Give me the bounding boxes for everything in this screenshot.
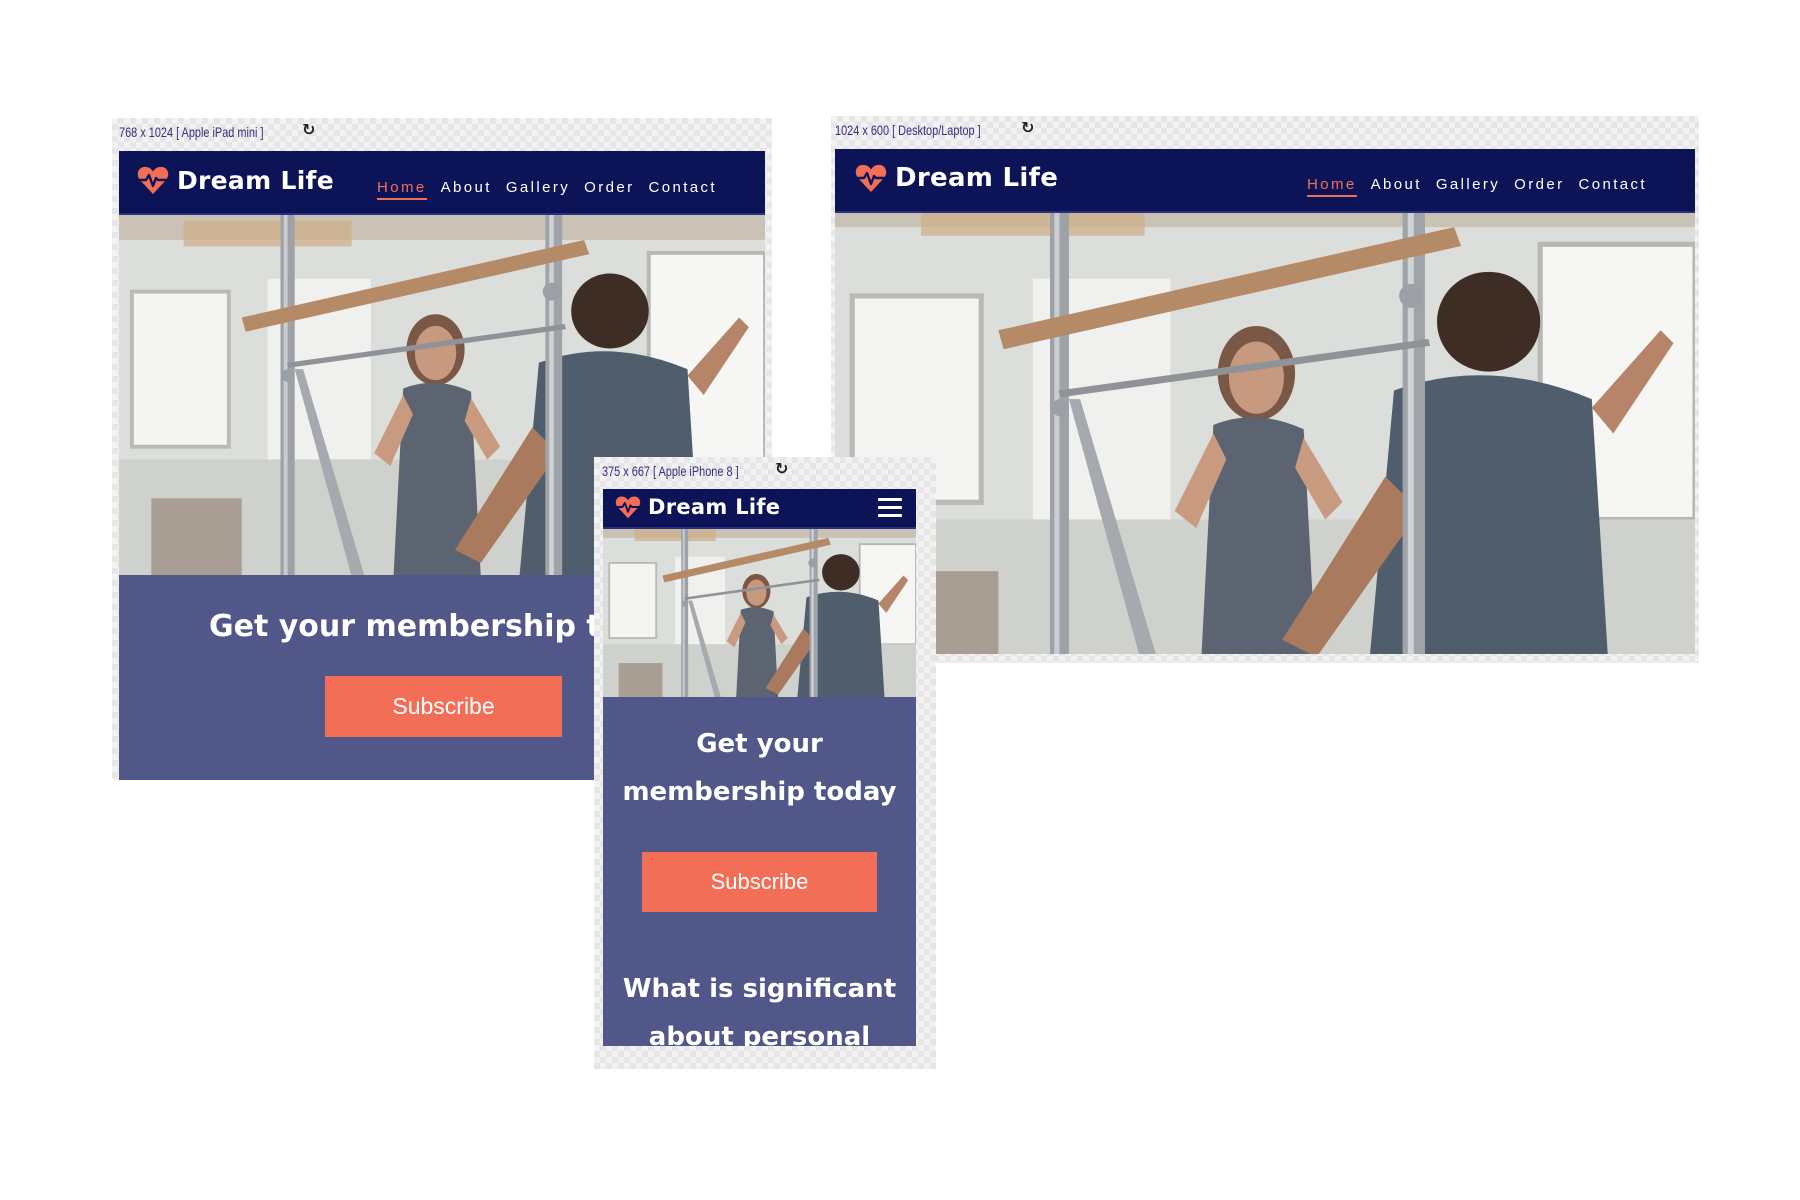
tablet-device-label: 768 x 1024 [ Apple iPad mini ] <box>119 124 264 140</box>
mobile-screen: Dream Life Get your membership today Sub… <box>603 489 916 1046</box>
nav-link-home[interactable]: Home <box>377 179 427 200</box>
nav-link-order[interactable]: Order <box>1514 176 1564 197</box>
nav-link-contact[interactable]: Contact <box>648 179 717 200</box>
mobile-device-label: 375 x 667 [ Apple iPhone 8 ] <box>602 463 739 479</box>
heart-pulse-icon <box>137 165 169 195</box>
nav-link-gallery[interactable]: Gallery <box>506 179 570 200</box>
subscribe-button[interactable]: Subscribe <box>642 852 877 912</box>
rotate-icon[interactable]: ↻ <box>1021 118 1034 137</box>
nav-link-about[interactable]: About <box>1371 176 1422 197</box>
nav-menu: Home About Gallery Order Contact <box>1307 176 1647 197</box>
desktop-preview-frame: 1024 x 600 [ Desktop/Laptop ] ↻ Dream Li… <box>831 116 1699 663</box>
heart-pulse-icon <box>855 163 887 193</box>
section-heading-line1: What is significant <box>622 974 897 1004</box>
mobile-preview-frame: 375 x 667 [ Apple iPhone 8 ] ↻ Dream Lif… <box>594 457 936 1069</box>
brand-name: Dream Life <box>177 165 334 195</box>
desktop-device-label: 1024 x 600 [ Desktop/Laptop ] <box>835 122 981 138</box>
nav-link-gallery[interactable]: Gallery <box>1436 176 1500 197</box>
nav-menu: Home About Gallery Order Contact <box>377 179 717 200</box>
rotate-icon[interactable]: ↻ <box>302 120 315 139</box>
logo[interactable]: Dream Life <box>137 165 334 195</box>
hamburger-menu-icon[interactable] <box>878 498 902 522</box>
brand-name: Dream Life <box>895 163 1059 193</box>
section-heading-line2: about personal <box>648 1022 871 1046</box>
nav-link-contact[interactable]: Contact <box>1578 176 1647 197</box>
brand-name: Dream Life <box>648 495 781 519</box>
hero-image <box>835 213 1695 654</box>
hero-image <box>603 529 916 697</box>
cta-heading-line2: membership today <box>622 777 897 807</box>
nav-link-order[interactable]: Order <box>584 179 634 200</box>
nav-link-home[interactable]: Home <box>1307 176 1357 197</box>
heart-pulse-icon <box>615 495 641 519</box>
navbar: Dream Life <box>603 489 916 529</box>
rotate-icon[interactable]: ↻ <box>775 459 788 478</box>
logo[interactable]: Dream Life <box>855 163 1058 193</box>
nav-link-about[interactable]: About <box>441 179 492 200</box>
navbar: Dream Life Home About Gallery Order Cont… <box>835 149 1695 213</box>
cta-heading-line1: Get your <box>696 729 823 759</box>
desktop-screen: Dream Life Home About Gallery Order Cont… <box>835 149 1695 654</box>
subscribe-button[interactable]: Subscribe <box>325 676 562 737</box>
navbar: Dream Life Home About Gallery Order Cont… <box>119 151 765 215</box>
logo[interactable]: Dream Life <box>615 495 780 519</box>
